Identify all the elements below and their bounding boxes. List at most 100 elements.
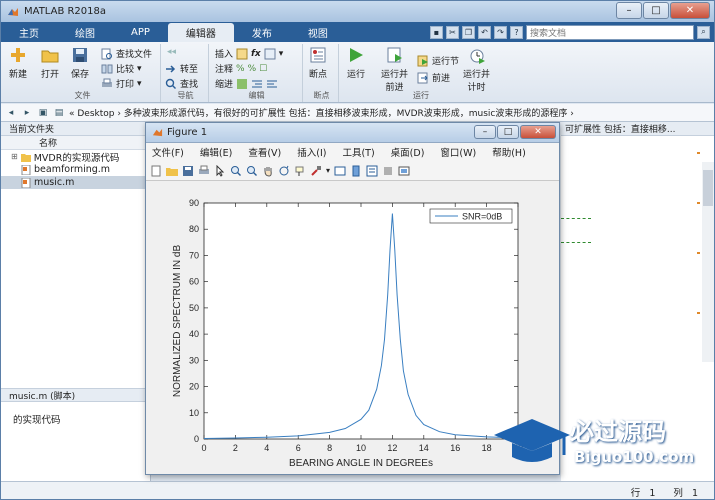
figure-close-button[interactable]: ✕: [520, 125, 556, 139]
y-tick-label: 30: [189, 355, 199, 365]
zoom-in-icon[interactable]: [230, 165, 242, 177]
run-group-label: 运行: [413, 91, 429, 100]
row-number: 1: [649, 488, 656, 499]
new-icon: [11, 48, 25, 62]
list-item[interactable]: ⊞ MVDR的实现源代码: [1, 150, 150, 164]
legend-icon[interactable]: [366, 165, 378, 177]
undo-quick-icon[interactable]: ↶: [478, 25, 491, 39]
tab-apps[interactable]: APP: [113, 23, 168, 42]
compare-icon: [101, 64, 113, 73]
close-button[interactable]: ✕: [670, 2, 710, 19]
list-item-selected[interactable]: music.m: [1, 176, 150, 189]
run-button[interactable]: 运行: [347, 46, 365, 80]
figure-minimize-button[interactable]: –: [474, 125, 496, 139]
help-quick-icon[interactable]: ?: [510, 25, 523, 39]
search-docs-input[interactable]: 搜索文档: [526, 24, 694, 40]
brush-dropdown-icon[interactable]: ▾: [326, 166, 330, 175]
search-icon[interactable]: ⌕: [697, 25, 710, 39]
run-advance-button[interactable]: 运行并 前进: [381, 46, 408, 93]
new-figure-icon[interactable]: [150, 165, 162, 177]
expand-icon[interactable]: ⊞: [11, 152, 18, 161]
figure-maximize-button[interactable]: □: [497, 125, 519, 139]
menu-insert[interactable]: 插入(I): [297, 145, 326, 159]
up-folder-icon[interactable]: ▣: [37, 108, 49, 118]
comment-percent-icon[interactable]: %: [236, 64, 245, 74]
nav-arrows[interactable]: ◂◂: [167, 47, 176, 57]
find-button[interactable]: 查找: [165, 77, 198, 90]
breakpoint-button[interactable]: 断点: [309, 46, 327, 80]
back-icon[interactable]: ◂: [5, 108, 17, 118]
compare-button[interactable]: 比较 ▾: [101, 62, 142, 75]
forward-icon[interactable]: ▸: [21, 108, 33, 118]
advance-button[interactable]: 前进: [417, 71, 450, 84]
run-section-button[interactable]: 运行节: [417, 54, 459, 67]
current-folder-panel: 当前文件夹 名称 ⊞ MVDR的实现源代码 beamforming.m musi…: [1, 122, 151, 489]
maximize-button[interactable]: □: [643, 2, 669, 19]
scrollbar-thumb[interactable]: [703, 170, 713, 206]
x-tick-label: 12: [387, 443, 397, 453]
menu-view[interactable]: 查看(V): [248, 145, 281, 159]
menu-edit[interactable]: 编辑(E): [200, 145, 232, 159]
insert-button[interactable]: 插入 fx ▾: [215, 47, 283, 60]
open-button[interactable]: 打开: [41, 46, 59, 80]
name-column-header[interactable]: 名称: [1, 136, 150, 150]
menu-file[interactable]: 文件(F): [152, 145, 184, 159]
zoom-out-icon[interactable]: [246, 165, 258, 177]
minimize-button[interactable]: –: [616, 2, 642, 19]
figure-title-bar[interactable]: Figure 1 – □ ✕: [146, 123, 559, 143]
print-figure-icon[interactable]: [198, 165, 210, 177]
redo-quick-icon[interactable]: ↷: [494, 25, 507, 39]
data-cursor-icon[interactable]: [294, 165, 306, 177]
show-plot-tools-icon[interactable]: [398, 165, 410, 177]
run-group: 运行 运行并 前进 运行节 前进 运行并 计时 运行: [341, 44, 501, 102]
fx-icon[interactable]: fx: [251, 49, 261, 59]
data-point: [345, 428, 346, 429]
tab-view[interactable]: 视图: [290, 23, 346, 42]
open-file-icon[interactable]: [166, 165, 178, 177]
link-plot-icon[interactable]: [334, 165, 346, 177]
colorbar-icon[interactable]: [350, 165, 362, 177]
y-tick-label: 70: [189, 250, 199, 260]
save-button[interactable]: 保存: [71, 46, 89, 80]
address-bar[interactable]: ◂ ▸ ▣ ▤ « Desktop › 多种波束形成源代码，有很好的可扩展性 包…: [1, 104, 714, 122]
edit-group-label: 编辑: [248, 91, 265, 100]
folder-path[interactable]: « Desktop › 多种波束形成源代码，有很好的可扩展性 包括：直接相移波束…: [69, 106, 574, 119]
menu-help[interactable]: 帮助(H): [492, 145, 526, 159]
wrap-comment-icon[interactable]: ☐: [259, 64, 267, 74]
run-time-button[interactable]: 运行并 计时: [463, 46, 490, 93]
navigate-group-label: 导航: [177, 91, 194, 100]
y-tick-label: 50: [189, 303, 199, 313]
menu-window[interactable]: 窗口(W): [440, 145, 476, 159]
x-tick-label: 14: [419, 443, 429, 453]
brush-icon[interactable]: [310, 165, 322, 177]
save-figure-icon[interactable]: [182, 165, 194, 177]
tab-editor[interactable]: 编辑器: [167, 23, 234, 42]
tab-publish[interactable]: 发布: [234, 23, 290, 42]
matlab-logo-icon: [8, 7, 18, 16]
pointer-icon[interactable]: [214, 164, 226, 177]
pan-hand-icon[interactable]: [262, 165, 274, 177]
copy-quick-icon[interactable]: ❐: [462, 25, 475, 39]
col-number: 1: [691, 488, 698, 499]
new-button[interactable]: 新建: [9, 46, 27, 80]
rotate-3d-icon[interactable]: [278, 165, 290, 177]
find-file-button[interactable]: 查找文件: [101, 47, 152, 60]
hide-plot-tools-icon[interactable]: [382, 165, 394, 177]
save-quick-icon[interactable]: ▪: [430, 25, 443, 39]
tab-home[interactable]: 主页: [1, 23, 57, 42]
menu-desktop[interactable]: 桌面(D): [391, 145, 425, 159]
uncomment-icon[interactable]: %: [248, 64, 257, 74]
indent-button[interactable]: 缩进: [215, 77, 278, 90]
print-button[interactable]: 打印 ▾: [101, 77, 142, 90]
tab-plots[interactable]: 绘图: [57, 23, 113, 42]
menu-tools[interactable]: 工具(T): [342, 145, 374, 159]
back-arrow-icon[interactable]: ◂◂: [167, 47, 176, 57]
goto-button[interactable]: 转至: [165, 62, 198, 75]
cut-quick-icon[interactable]: ✂: [446, 25, 459, 39]
watermark-subtext: Biguo100.com: [574, 448, 695, 466]
data-point: [455, 434, 456, 435]
comment-button[interactable]: 注释 % % ☐: [215, 62, 267, 76]
browse-folder-icon[interactable]: ▤: [53, 108, 65, 118]
list-item[interactable]: beamforming.m: [1, 163, 150, 176]
x-tick-label: 8: [327, 443, 332, 453]
